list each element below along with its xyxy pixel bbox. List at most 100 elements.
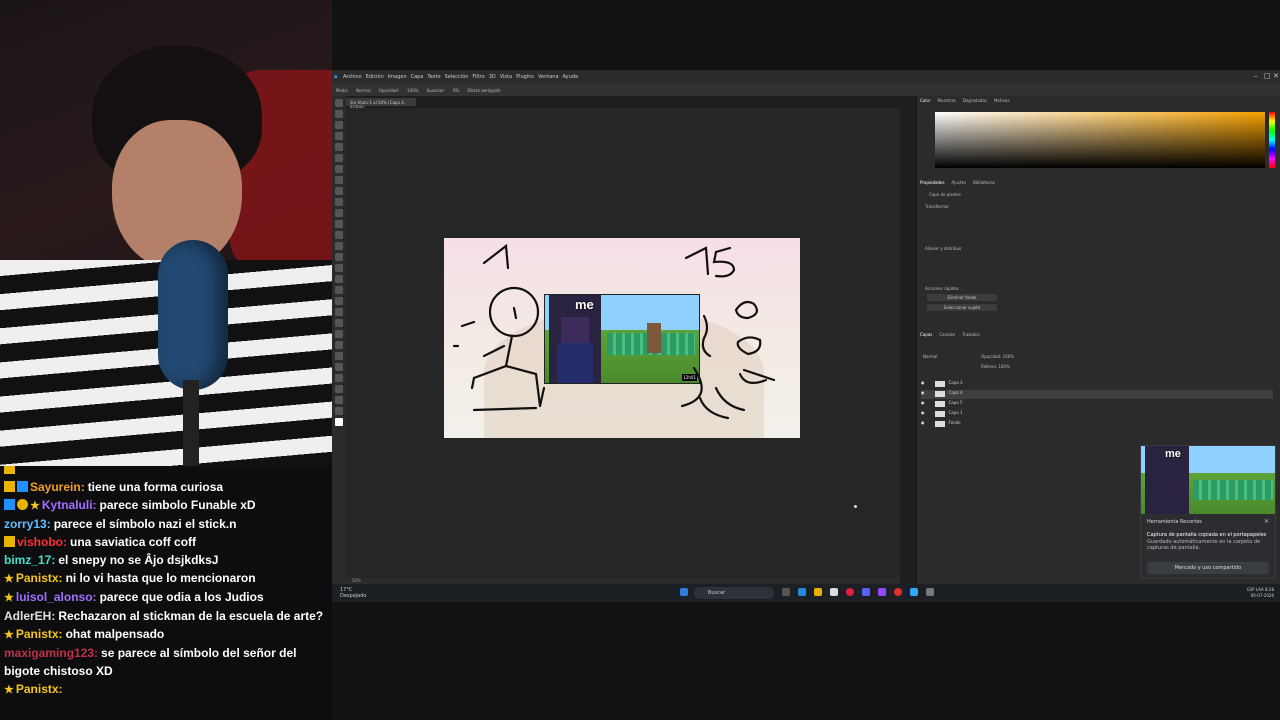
tool-icon[interactable] xyxy=(335,220,343,228)
chat-username[interactable]: Panistx: xyxy=(16,682,63,696)
notification-preview[interactable]: me xyxy=(1141,446,1275,514)
visibility-eye-icon[interactable]: ● xyxy=(921,420,925,425)
fill-field[interactable]: Relleno: 100% xyxy=(981,364,1010,369)
tool-icon[interactable] xyxy=(335,253,343,261)
snip-notification[interactable]: me Herramienta Recortes ✕ Captura de pan… xyxy=(1140,445,1276,579)
canvas-area[interactable]: me 12h01 xyxy=(346,108,900,578)
panel-tab[interactable]: Propiedades xyxy=(920,180,945,185)
panel-tab[interactable]: Color xyxy=(920,98,930,103)
chat-username[interactable]: luisol_alonso: xyxy=(16,590,97,604)
remove-background-button[interactable]: Eliminar fondo xyxy=(927,294,997,301)
chat-username[interactable]: Sayurein: xyxy=(30,480,85,494)
layer-row[interactable]: ● Capa 1 xyxy=(921,410,1273,419)
tool-icon[interactable] xyxy=(335,187,343,195)
tool-icon[interactable] xyxy=(335,154,343,162)
tool-icon[interactable] xyxy=(335,308,343,316)
file-explorer-icon[interactable] xyxy=(814,588,822,596)
opera-icon[interactable] xyxy=(846,588,854,596)
tool-icon[interactable] xyxy=(335,143,343,151)
tool-icon[interactable] xyxy=(335,209,343,217)
twitch-icon[interactable] xyxy=(878,588,886,596)
panel-tab[interactable]: Capas xyxy=(920,332,932,337)
tool-icon[interactable] xyxy=(335,363,343,371)
option-item[interactable]: Efecto aerógrafo xyxy=(467,88,500,93)
color-picker-field[interactable] xyxy=(935,112,1265,168)
layer-row[interactable]: ● Fondo xyxy=(921,420,1273,429)
chat-username[interactable]: Panistx: xyxy=(16,571,63,585)
task-view-icon[interactable] xyxy=(782,588,790,596)
photoshop-taskbar-icon[interactable] xyxy=(910,588,918,596)
menu-item[interactable]: Ayuda xyxy=(563,74,578,80)
tool-icon[interactable] xyxy=(335,374,343,382)
chat-username[interactable]: zorry13: xyxy=(4,517,51,531)
chat-username[interactable]: vishobo: xyxy=(17,535,67,549)
panel-tab[interactable]: Ajustes xyxy=(952,180,967,185)
option-item[interactable]: Normal xyxy=(356,88,370,93)
option-item[interactable]: Suavizar: xyxy=(426,88,444,93)
snipping-tool-icon[interactable] xyxy=(926,588,934,596)
tool-icon[interactable] xyxy=(335,396,343,404)
menu-item[interactable]: Imagen xyxy=(388,74,407,80)
tool-icon[interactable] xyxy=(335,275,343,283)
menu-item[interactable]: Ventana xyxy=(538,74,559,80)
chat-username[interactable]: AdlerEH: xyxy=(4,609,55,623)
tool-icon[interactable] xyxy=(335,231,343,239)
close-icon[interactable]: ✕ xyxy=(1264,518,1269,525)
tool-icon[interactable] xyxy=(335,165,343,173)
tool-icon[interactable] xyxy=(335,110,343,118)
layer-row[interactable]: ● Capa 3 xyxy=(921,380,1273,389)
menu-item[interactable]: Vista xyxy=(500,74,512,80)
color-panel-tabs[interactable]: Color Muestras Degradados Motivos xyxy=(917,96,1280,104)
menu-item[interactable]: Capa xyxy=(411,74,424,80)
tool-icon[interactable] xyxy=(335,407,343,415)
option-item[interactable]: 0% xyxy=(453,88,459,93)
opacity-field[interactable]: Opacidad: 100% xyxy=(981,354,1014,359)
hue-slider[interactable] xyxy=(1269,112,1275,168)
chat-username[interactable]: Kytnaluli: xyxy=(42,498,97,512)
tool-icon[interactable] xyxy=(335,264,343,272)
visibility-eye-icon[interactable]: ● xyxy=(921,380,925,385)
notification-action-button[interactable]: Mercado y uso compartido xyxy=(1147,562,1269,574)
artwork-canvas[interactable]: me 12h01 xyxy=(444,238,800,438)
maximize-icon[interactable]: □ xyxy=(1264,72,1271,80)
panel-tab[interactable]: Canales xyxy=(939,332,955,337)
tool-icon[interactable] xyxy=(335,242,343,250)
tool-icon[interactable] xyxy=(335,385,343,393)
properties-panel-tabs[interactable]: Propiedades Ajustes Bibliotecas xyxy=(917,178,999,186)
tool-icon[interactable] xyxy=(335,341,343,349)
start-icon[interactable] xyxy=(680,588,688,596)
chat-username[interactable]: maxigaming123: xyxy=(4,646,98,660)
edge-icon[interactable] xyxy=(798,588,806,596)
tool-icon[interactable] xyxy=(335,418,343,426)
menu-item[interactable]: Selección xyxy=(445,74,469,80)
discord-icon[interactable] xyxy=(862,588,870,596)
layer-row[interactable]: ● Capa 4 xyxy=(921,390,1273,399)
chrome-icon[interactable] xyxy=(894,588,902,596)
document-tab[interactable]: Sin título-1 al 50% (Capa 4, RGB/8) xyxy=(346,98,416,110)
weather-widget[interactable]: 17°C Despejado xyxy=(340,587,380,599)
option-item[interactable]: Modo: xyxy=(336,88,348,93)
tool-icon[interactable] xyxy=(335,132,343,140)
tool-icon[interactable] xyxy=(335,99,343,107)
tool-icon[interactable] xyxy=(335,297,343,305)
blend-mode-select[interactable]: Normal xyxy=(923,354,937,359)
select-subject-button[interactable]: Seleccionar sujeto xyxy=(927,304,997,311)
tool-icon[interactable] xyxy=(335,176,343,184)
taskbar-search[interactable]: Buscar xyxy=(694,587,774,599)
tool-icon[interactable] xyxy=(335,352,343,360)
panel-tab[interactable]: Muestras xyxy=(937,98,955,103)
tool-icon[interactable] xyxy=(335,319,343,327)
layers-panel-tabs[interactable]: Capas Canales Trazados xyxy=(917,330,984,338)
chat-username[interactable]: Panistx: xyxy=(16,627,63,641)
layer-row[interactable]: ● Capa 5 xyxy=(921,400,1273,409)
system-tray[interactable]: ESP LAA 8:28 06-07-2026 xyxy=(1247,587,1274,599)
option-item[interactable]: 100% xyxy=(407,88,418,93)
tool-icon[interactable] xyxy=(335,286,343,294)
menu-item[interactable]: Edición xyxy=(366,74,384,80)
menu-item[interactable]: Archivo xyxy=(343,74,362,80)
panel-tab[interactable]: Trazados xyxy=(962,332,980,337)
close-icon[interactable]: ✕ xyxy=(1273,72,1279,80)
menu-item[interactable]: 3D xyxy=(489,74,496,80)
menu-item[interactable]: Filtro xyxy=(472,74,484,80)
menu-item[interactable]: Texto xyxy=(427,74,440,80)
